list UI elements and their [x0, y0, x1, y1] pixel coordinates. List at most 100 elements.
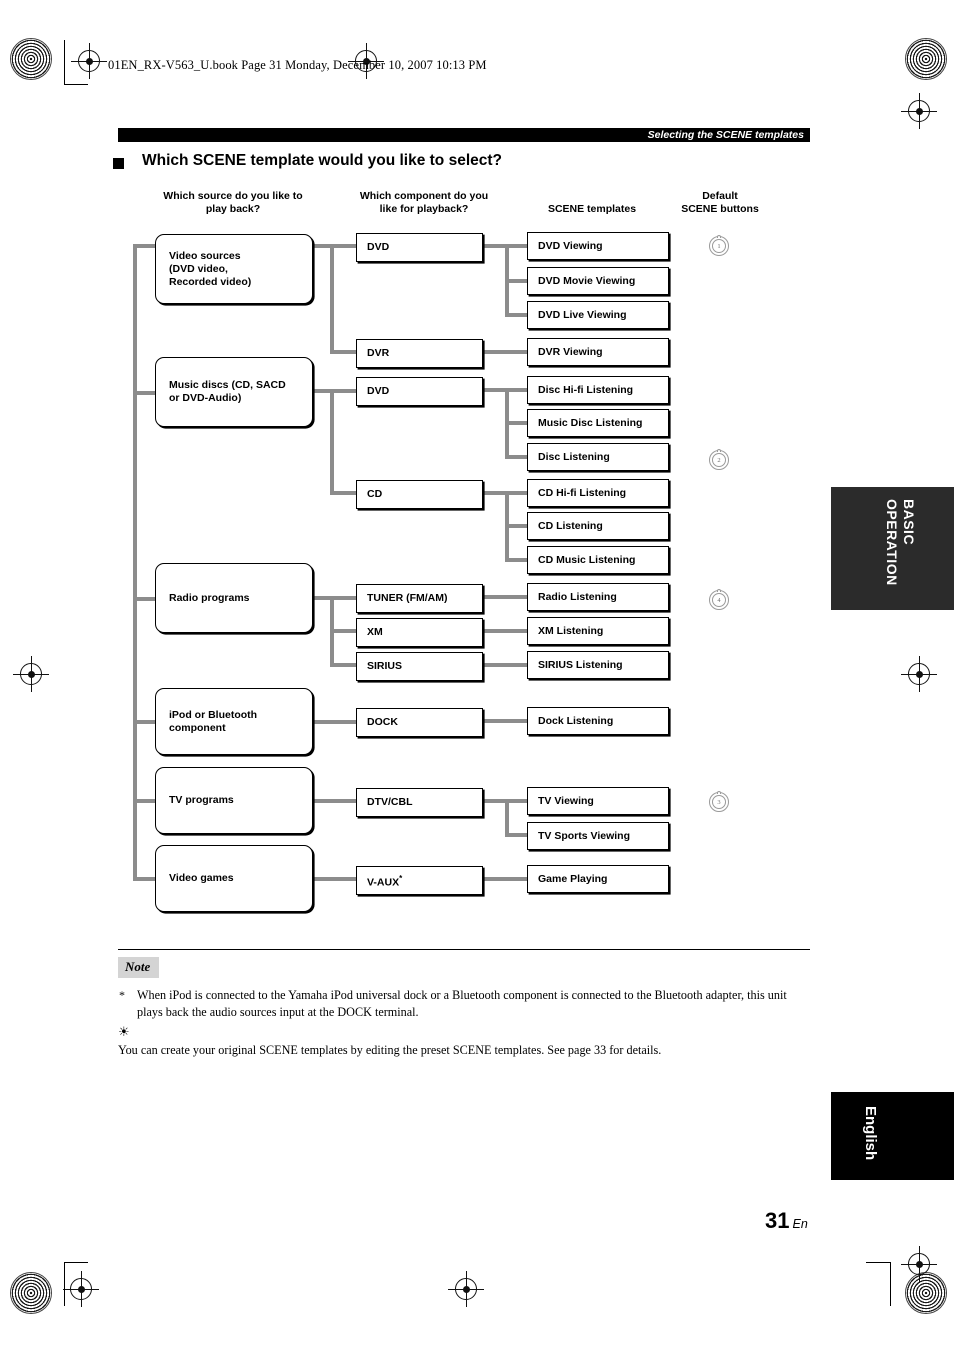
link-dtv-t2: [505, 833, 527, 837]
trunk-stub-src-2: [133, 391, 155, 395]
scene-template-flow-diagram: Video sources (DVD video, Recorded video…: [0, 0, 954, 1351]
scene-button-nub-icon: [717, 589, 721, 592]
template-box-cd-music-listening[interactable]: CD Music Listening: [527, 546, 669, 574]
link-dvd1-t2: [505, 279, 527, 283]
note-divider: [118, 949, 810, 950]
template-label: TV Sports Viewing: [538, 829, 630, 842]
component-box-dvr[interactable]: DVR: [356, 339, 483, 368]
component-label: XM: [367, 626, 383, 638]
tip-sun-icon: ☀: [118, 1024, 130, 1039]
component-box-dvd-1[interactable]: DVD: [356, 233, 483, 262]
scene-button-nub-icon: [717, 449, 721, 452]
source-box-video-games[interactable]: Video games: [155, 845, 313, 912]
note-footnote-marker: *: [119, 988, 125, 1002]
template-box-disc-hifi-listening[interactable]: Disc Hi-fi Listening: [527, 376, 669, 404]
side-tab-language: English: [831, 1092, 954, 1180]
component-label: DVR: [367, 347, 390, 359]
component-box-xm[interactable]: XM: [356, 618, 483, 647]
scene-button-nub-icon: [717, 235, 721, 238]
template-label: DVD Live Viewing: [538, 308, 627, 321]
link-xm-out: [483, 629, 527, 633]
link-dvd2-t2: [505, 421, 527, 425]
note-text: When iPod is connected to the Yamaha iPo…: [137, 988, 787, 1019]
component-label: DVD: [367, 385, 390, 397]
template-label: Disc Listening: [538, 450, 610, 463]
scene-button-3-icon[interactable]: 3: [709, 791, 729, 812]
page-number: 31 En: [765, 1208, 808, 1234]
footnote-marker: *: [399, 873, 403, 883]
link-cd-t3: [505, 558, 527, 562]
link-src3-to-xm: [330, 629, 357, 633]
component-label: CD: [367, 488, 383, 500]
component-box-dtv-cbl[interactable]: DTV/CBL: [356, 788, 483, 817]
source-box-music-discs[interactable]: Music discs (CD, SACD or DVD-Audio): [155, 357, 313, 427]
component-label: V-AUX*: [367, 873, 403, 889]
source-label: Radio programs: [169, 591, 250, 604]
component-box-cd[interactable]: CD: [356, 480, 483, 509]
link-dock-out: [483, 719, 527, 723]
link-dvd2-t3: [505, 455, 527, 459]
template-box-dvd-movie-viewing[interactable]: DVD Movie Viewing: [527, 267, 669, 295]
template-label: Dock Listening: [538, 714, 614, 727]
template-label: Game Playing: [538, 872, 608, 885]
trunk-vertical: [133, 244, 137, 881]
template-box-music-disc-listening[interactable]: Music Disc Listening: [527, 409, 669, 437]
link-src4-out: [313, 720, 357, 724]
component-box-dvd-2[interactable]: DVD: [356, 377, 483, 406]
component-box-v-aux[interactable]: V-AUX*: [356, 866, 483, 895]
template-box-dvd-viewing[interactable]: DVD Viewing: [527, 232, 669, 260]
link-tuner-out: [483, 595, 527, 599]
template-box-sirius-listening[interactable]: SIRIUS Listening: [527, 651, 669, 679]
template-label: Disc Hi-fi Listening: [538, 383, 634, 396]
template-box-dvd-live-viewing[interactable]: DVD Live Viewing: [527, 301, 669, 329]
component-box-dock[interactable]: DOCK: [356, 708, 483, 737]
template-box-dvr-viewing[interactable]: DVR Viewing: [527, 338, 669, 366]
trunk-stub-src-5: [133, 799, 155, 803]
side-tab-chapter: BASIC OPERATION: [831, 487, 954, 610]
source-box-tv-programs[interactable]: TV programs: [155, 767, 313, 834]
scene-button-number: 4: [712, 593, 726, 607]
source-label: iPod or Bluetooth component: [169, 708, 258, 734]
side-tab-language-label: English: [862, 1106, 879, 1161]
component-label: DOCK: [367, 716, 398, 728]
template-box-cd-hifi-listening[interactable]: CD Hi-fi Listening: [527, 479, 669, 507]
link-cd-t2: [505, 524, 527, 528]
template-box-tv-viewing[interactable]: TV Viewing: [527, 787, 669, 815]
link-src2-out: [313, 389, 357, 393]
template-box-dock-listening[interactable]: Dock Listening: [527, 707, 669, 735]
component-box-tuner[interactable]: TUNER (FM/AM): [356, 584, 483, 613]
link-src6-out: [313, 877, 357, 881]
scene-button-4-icon[interactable]: 4: [709, 589, 729, 610]
template-label: CD Hi-fi Listening: [538, 486, 627, 499]
template-box-radio-listening[interactable]: Radio Listening: [527, 583, 669, 611]
template-label: DVD Viewing: [538, 239, 603, 252]
link-src1-bus: [330, 244, 334, 352]
note-badge: Note: [118, 957, 160, 978]
scene-button-number: 2: [712, 453, 726, 467]
link-sirius-out: [483, 663, 527, 667]
template-box-xm-listening[interactable]: XM Listening: [527, 617, 669, 645]
page-number-value: 31: [765, 1208, 790, 1233]
trunk-stub-src-4: [133, 720, 155, 724]
template-box-disc-listening[interactable]: Disc Listening: [527, 443, 669, 471]
scene-button-1-icon[interactable]: 1: [709, 235, 729, 256]
template-box-cd-listening[interactable]: CD Listening: [527, 512, 669, 540]
template-box-game-playing[interactable]: Game Playing: [527, 865, 669, 893]
link-src5-out: [313, 799, 357, 803]
source-box-video-sources[interactable]: Video sources (DVD video, Recorded video…: [155, 234, 313, 304]
link-vaux-out: [483, 877, 527, 881]
link-dtv-bus: [505, 799, 509, 836]
source-box-radio-programs[interactable]: Radio programs: [155, 563, 313, 633]
link-src2-to-cd: [330, 491, 357, 495]
template-box-tv-sports-viewing[interactable]: TV Sports Viewing: [527, 822, 669, 850]
link-dvr-out: [483, 350, 527, 354]
scene-button-2-icon[interactable]: 2: [709, 449, 729, 470]
trunk-stub-src-6: [133, 877, 155, 881]
component-label: TUNER (FM/AM): [367, 592, 448, 604]
template-label: XM Listening: [538, 624, 604, 637]
component-label: DTV/CBL: [367, 796, 413, 808]
template-label: CD Listening: [538, 519, 603, 532]
component-box-sirius[interactable]: SIRIUS: [356, 652, 483, 681]
source-box-ipod-bluetooth[interactable]: iPod or Bluetooth component: [155, 688, 313, 755]
source-label: Music discs (CD, SACD or DVD-Audio): [169, 379, 286, 404]
